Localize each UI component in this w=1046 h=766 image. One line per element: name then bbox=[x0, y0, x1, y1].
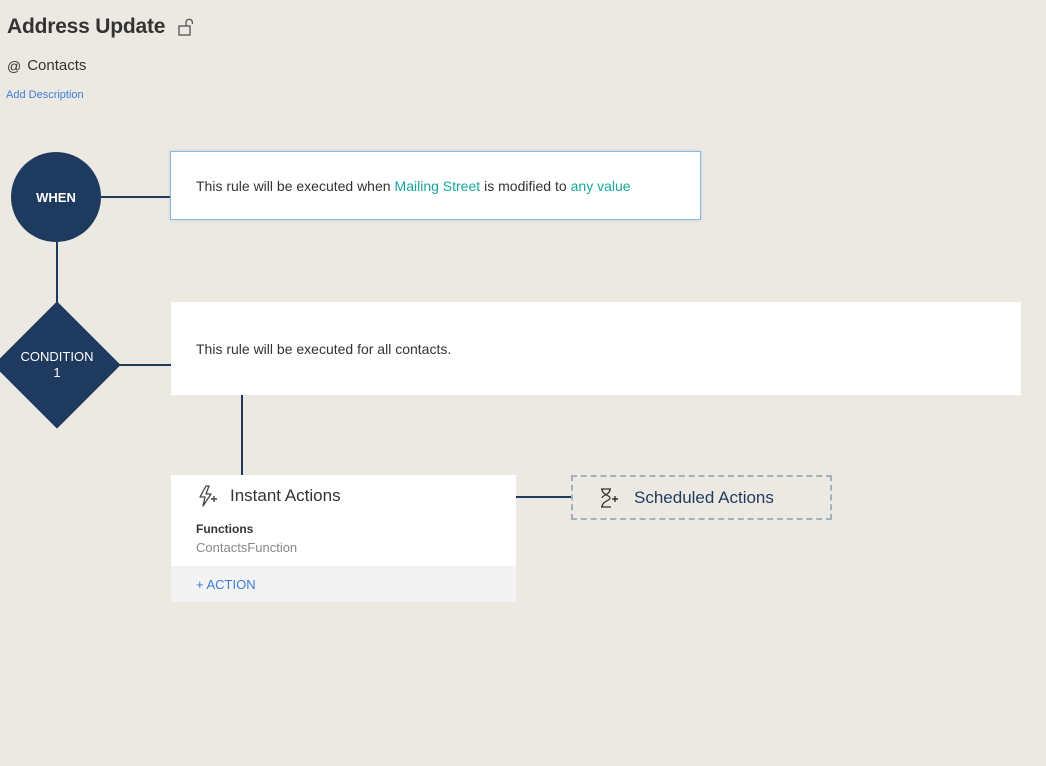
rule-header: Address Update bbox=[7, 15, 197, 39]
lightning-plus-icon bbox=[196, 484, 220, 508]
trigger-value-link[interactable]: any value bbox=[571, 178, 631, 194]
module-name: Contacts bbox=[27, 57, 87, 74]
unlock-icon[interactable] bbox=[177, 17, 197, 37]
condition-text: This rule will be executed for all conta… bbox=[196, 340, 452, 357]
when-condition-vertical-line bbox=[56, 242, 58, 304]
when-connector-line bbox=[101, 196, 171, 198]
scheduled-actions-title: Scheduled Actions bbox=[634, 487, 774, 507]
add-action-bar: + ACTION bbox=[171, 566, 516, 602]
instant-actions-title: Instant Actions bbox=[230, 486, 341, 505]
when-label: WHEN bbox=[36, 189, 76, 205]
condition-node: CONDITION 1 bbox=[0, 301, 121, 429]
condition-label-line2: 1 bbox=[53, 365, 61, 380]
condition-action-vertical-line bbox=[241, 395, 243, 475]
add-description-link[interactable]: Add Description bbox=[6, 89, 84, 101]
condition-label: CONDITION 1 bbox=[0, 301, 121, 429]
rule-module: @ Contacts bbox=[7, 57, 86, 74]
rule-title: Address Update bbox=[7, 15, 166, 38]
instant-actions-card: Instant Actions Functions ContactsFuncti… bbox=[171, 475, 516, 602]
when-node: WHEN bbox=[11, 152, 101, 242]
workflow-rule-page: Address Update @ Contacts Add Descriptio… bbox=[0, 0, 1046, 766]
add-action-button[interactable]: + ACTION bbox=[196, 577, 256, 592]
condition-connector-line bbox=[118, 364, 171, 366]
at-icon: @ bbox=[7, 57, 22, 74]
hourglass-plus-icon bbox=[598, 487, 620, 509]
trigger-field-link[interactable]: Mailing Street bbox=[395, 178, 481, 194]
functions-value[interactable]: ContactsFunction bbox=[196, 540, 297, 555]
actions-connector-line bbox=[516, 496, 571, 498]
condition-label-line1: CONDITION bbox=[20, 349, 94, 364]
when-trigger-card[interactable]: This rule will be executed when Mailing … bbox=[170, 151, 701, 220]
functions-label: Functions bbox=[196, 522, 254, 536]
when-text-middle: is modified to bbox=[484, 177, 567, 194]
instant-actions-header: Instant Actions bbox=[196, 484, 341, 508]
scheduled-actions-button[interactable]: Scheduled Actions bbox=[571, 475, 832, 520]
when-text-before: This rule will be executed when bbox=[196, 177, 391, 194]
condition-card[interactable]: This rule will be executed for all conta… bbox=[171, 302, 1021, 395]
